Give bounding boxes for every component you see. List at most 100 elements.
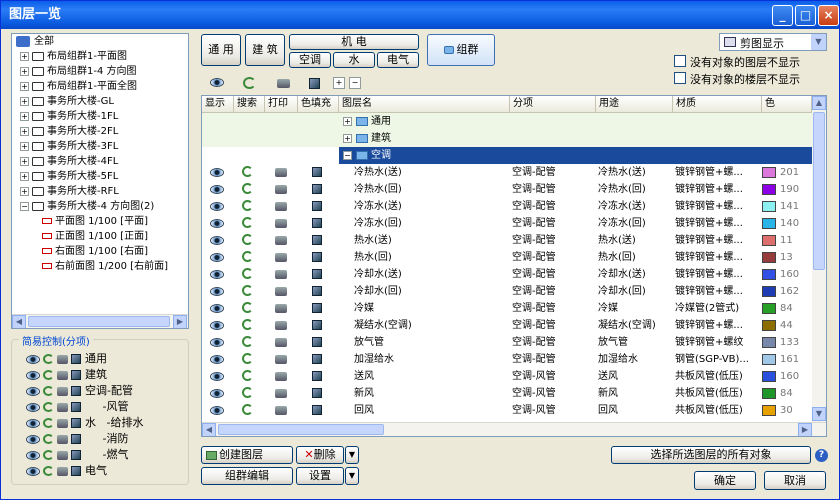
- fill-icon[interactable]: [71, 354, 81, 364]
- fill-icon[interactable]: [312, 167, 322, 177]
- settings-dropdown-icon[interactable]: ▼: [345, 467, 359, 485]
- printer-icon[interactable]: [275, 202, 287, 211]
- expand-icon[interactable]: +: [20, 156, 29, 166]
- eye-icon[interactable]: [26, 354, 40, 364]
- table-row[interactable]: 冷却水(回) 空调-配管 冷却水(回) 镀锌钢管+螺... 162: [202, 283, 812, 300]
- group-button[interactable]: 组群: [427, 34, 495, 66]
- hvac-button[interactable]: 空调: [289, 52, 331, 68]
- tree-item[interactable]: + 事务所大楼-GL: [16, 94, 188, 109]
- layer-color[interactable]: 160: [762, 368, 812, 385]
- table-row[interactable]: 放气管 空调-配管 放气管 镀锌钢管+螺纹 133: [202, 334, 812, 351]
- printer-icon[interactable]: [275, 389, 287, 398]
- tree-item[interactable]: + 事务所大楼-5FL: [16, 169, 188, 184]
- fill-icon[interactable]: [312, 286, 322, 296]
- search-icon[interactable]: [43, 450, 54, 460]
- tree-item[interactable]: 平面图 1/100 [平面]: [16, 214, 188, 229]
- maximize-button[interactable]: □: [795, 5, 816, 26]
- expand-icon[interactable]: +: [20, 96, 29, 106]
- scroll-left-icon[interactable]: ◀: [202, 423, 216, 436]
- building-button[interactable]: 建 筑: [245, 34, 285, 66]
- delete-button[interactable]: ✕删除: [296, 446, 344, 464]
- column-header[interactable]: 图层名: [339, 96, 510, 112]
- layer-color[interactable]: 201: [762, 164, 812, 181]
- printer-icon[interactable]: [57, 402, 68, 412]
- eye-icon[interactable]: [210, 406, 224, 415]
- search-icon[interactable]: [43, 354, 54, 364]
- layer-color[interactable]: 162: [762, 283, 812, 300]
- search-icon[interactable]: [242, 370, 253, 381]
- close-button[interactable]: ×: [818, 5, 839, 26]
- fill-icon[interactable]: [312, 388, 322, 398]
- fill-icon[interactable]: [309, 78, 320, 89]
- layer-color[interactable]: 44: [762, 317, 812, 334]
- expand-icon[interactable]: +: [20, 171, 29, 181]
- fill-icon[interactable]: [71, 418, 81, 428]
- eye-icon[interactable]: [210, 168, 224, 177]
- column-header[interactable]: 用途: [596, 96, 673, 112]
- column-header[interactable]: 打印: [265, 96, 298, 112]
- eye-icon[interactable]: [26, 466, 40, 476]
- search-icon[interactable]: [242, 285, 253, 296]
- eye-icon[interactable]: [210, 78, 224, 87]
- search-icon[interactable]: [43, 370, 54, 380]
- printer-icon[interactable]: [275, 168, 287, 177]
- fill-icon[interactable]: [71, 466, 81, 476]
- layer-color[interactable]: 11: [762, 232, 812, 249]
- eye-icon[interactable]: [26, 402, 40, 412]
- search-icon[interactable]: [43, 418, 54, 428]
- eye-icon[interactable]: [26, 434, 40, 444]
- group-row[interactable]: + 建筑: [202, 130, 812, 147]
- scroll-thumb[interactable]: [28, 316, 170, 327]
- column-header[interactable]: 色填充: [298, 96, 339, 112]
- search-icon[interactable]: [242, 387, 253, 398]
- layer-color[interactable]: 84: [762, 385, 812, 402]
- tree-item[interactable]: 右面图 1/100 [右面]: [16, 244, 188, 259]
- expand-icon[interactable]: +: [20, 51, 29, 61]
- printer-icon[interactable]: [275, 406, 287, 415]
- fill-icon[interactable]: [312, 337, 322, 347]
- chevron-down-icon[interactable]: ▼: [811, 34, 826, 50]
- collapse-icon[interactable]: −: [20, 201, 29, 211]
- eye-icon[interactable]: [210, 372, 224, 381]
- electric-button[interactable]: 电气: [377, 52, 419, 68]
- search-icon[interactable]: [242, 234, 253, 245]
- table-row[interactable]: 热水(回) 空调-配管 热水(回) 镀锌钢管+螺... 13: [202, 249, 812, 266]
- column-header[interactable]: 材质: [673, 96, 762, 112]
- search-icon[interactable]: [242, 404, 253, 415]
- table-row[interactable]: 冷却水(送) 空调-配管 冷却水(送) 镀锌钢管+螺... 160: [202, 266, 812, 283]
- printer-icon[interactable]: [57, 466, 68, 476]
- search-icon[interactable]: [242, 319, 253, 330]
- search-icon[interactable]: [242, 268, 253, 279]
- ok-button[interactable]: 确定: [694, 471, 756, 490]
- table-hscrollbar[interactable]: ◀ ▶: [202, 422, 826, 436]
- search-icon[interactable]: [43, 386, 54, 396]
- layer-color[interactable]: 13: [762, 249, 812, 266]
- hide-empty-layers-checkbox[interactable]: [674, 55, 686, 67]
- fill-icon[interactable]: [312, 405, 322, 415]
- tree-item[interactable]: + 事务所大楼-2FL: [16, 124, 188, 139]
- table-row[interactable]: 冷媒 空调-配管 冷媒 冷媒管(2管式) 84: [202, 300, 812, 317]
- expand-icon[interactable]: +: [20, 111, 29, 121]
- scroll-up-icon[interactable]: ▲: [812, 96, 826, 110]
- table-row[interactable]: 冷热水(回) 空调-配管 冷热水(回) 镀锌钢管+螺... 190: [202, 181, 812, 198]
- fill-icon[interactable]: [71, 370, 81, 380]
- printer-icon[interactable]: [275, 236, 287, 245]
- collapse-icon[interactable]: −: [343, 150, 352, 160]
- fill-icon[interactable]: [312, 218, 322, 228]
- tree-item[interactable]: + 事务所大楼-1FL: [16, 109, 188, 124]
- expand-icon[interactable]: +: [20, 141, 29, 151]
- collapse-all-icon[interactable]: −: [349, 77, 361, 89]
- eye-icon[interactable]: [210, 236, 224, 245]
- expand-icon[interactable]: +: [20, 186, 29, 196]
- table-row[interactable]: 冷冻水(回) 空调-配管 冷冻水(回) 镀锌钢管+螺... 140: [202, 215, 812, 232]
- printer-icon[interactable]: [277, 79, 290, 88]
- expand-all-icon[interactable]: +: [333, 77, 345, 89]
- column-header[interactable]: 分项: [510, 96, 596, 112]
- delete-dropdown-icon[interactable]: ▼: [345, 446, 359, 464]
- group-edit-button[interactable]: 组群编辑: [201, 467, 293, 485]
- table-vscrollbar[interactable]: ▲ ▼: [812, 96, 826, 422]
- printer-icon[interactable]: [57, 386, 68, 396]
- printer-icon[interactable]: [275, 338, 287, 347]
- scroll-down-icon[interactable]: ▼: [812, 407, 826, 421]
- layer-color[interactable]: 140: [762, 215, 812, 232]
